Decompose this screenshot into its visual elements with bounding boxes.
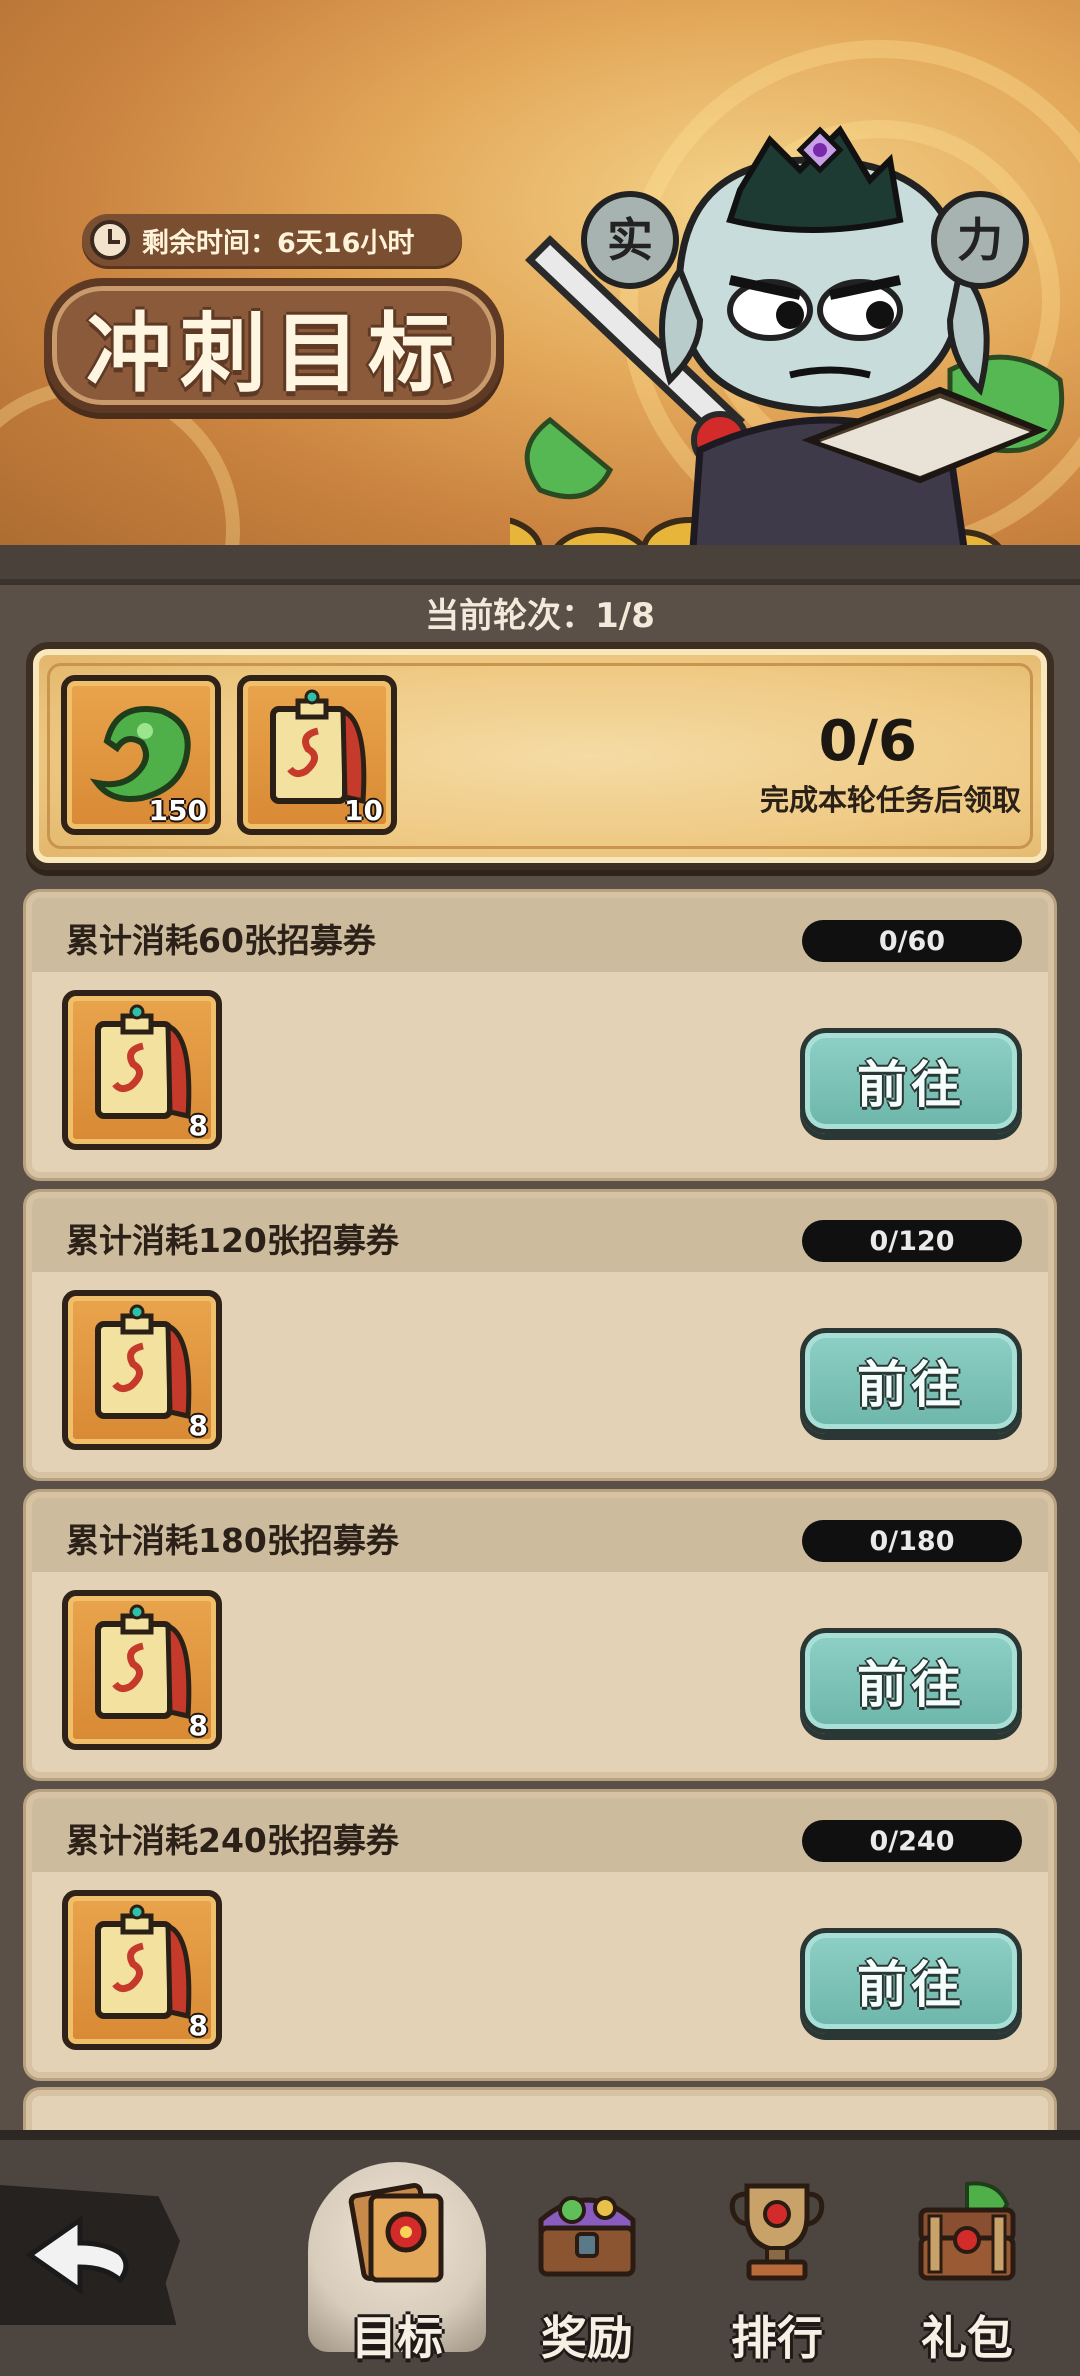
go-button[interactable]: 前往 (800, 1628, 1022, 1734)
time-remaining-text: 剩余时间：6天16小时 (142, 227, 415, 259)
reward-count: 10 (344, 794, 383, 827)
svg-text:实: 实 (607, 213, 653, 267)
banner-bottom-edge (0, 545, 1080, 585)
tab-gift-pack[interactable]: 礼包 (882, 2160, 1052, 2370)
clock-icon (90, 220, 130, 260)
character-illustration: 实 力 (510, 125, 1065, 585)
page-title: 冲刺目标 (86, 304, 462, 404)
task-card: 累计消耗180张招募券 0/180 8 前往 (26, 1492, 1054, 1778)
reward-count: 8 (188, 1409, 208, 1442)
gift-chest-icon (918, 2181, 1016, 2281)
task-title: 累计消耗60张招募券 (66, 921, 376, 960)
reward-item-scroll[interactable]: 10 (237, 675, 397, 835)
task-progress-pill: 0/60 (802, 920, 1022, 962)
task-progress-pill: 0/240 (802, 1820, 1022, 1862)
task-card: 累计消耗120张招募券 0/120 8 前往 (26, 1192, 1054, 1478)
reward-count: 8 (188, 2009, 208, 2042)
task-reward-item[interactable]: 8 (62, 990, 222, 1150)
reward-count: 8 (188, 1709, 208, 1742)
go-button[interactable]: 前往 (800, 1328, 1022, 1434)
tab-label: 目标 (351, 2311, 443, 2365)
time-remaining-pill: 剩余时间：6天16小时 (82, 214, 462, 266)
reward-item-jade[interactable]: 150 (61, 675, 221, 835)
tab-rewards[interactable]: 奖励 (502, 2160, 672, 2370)
tab-ranking[interactable]: 排行 (692, 2160, 862, 2370)
treasure-chest-icon (538, 2196, 636, 2277)
tab-target[interactable]: 目标 (312, 2160, 482, 2370)
event-banner: 实 力 剩余时间：6天16小时 冲刺目标 (0, 0, 1080, 585)
task-title: 累计消耗120张招募券 (66, 1221, 399, 1260)
tab-label: 礼包 (921, 2311, 1013, 2365)
task-card: 累计消耗60张招募券 0/60 8 前往 (26, 892, 1054, 1178)
task-title: 累计消耗240张招募券 (66, 1821, 399, 1860)
go-button[interactable]: 前往 (800, 1928, 1022, 2034)
task-reward-item[interactable]: 8 (62, 1290, 222, 1450)
back-arrow-icon[interactable] (20, 2205, 140, 2305)
round-reward-card: 150 10 0/6 完成本轮任务后领取 (26, 642, 1054, 870)
reward-count: 150 (148, 794, 207, 827)
task-reward-item[interactable]: 8 (62, 1590, 222, 1750)
svg-text:力: 力 (957, 213, 1003, 267)
task-progress-pill: 0/180 (802, 1520, 1022, 1562)
event-title-plate: 冲刺目标 (44, 278, 504, 413)
target-card-icon (348, 2183, 444, 2283)
round-progress: 0/6 (818, 709, 917, 774)
task-title: 累计消耗180张招募券 (66, 1521, 399, 1560)
go-button[interactable]: 前往 (800, 1028, 1022, 1134)
reward-count: 8 (188, 1109, 208, 1142)
current-round-label: 当前轮次：1/8 (425, 596, 655, 636)
tab-label: 奖励 (541, 2311, 633, 2365)
trophy-icon (729, 2183, 825, 2281)
tab-label: 排行 (731, 2311, 823, 2365)
claim-hint-text: 完成本轮任务后领取 (759, 783, 1021, 817)
task-progress-pill: 0/120 (802, 1220, 1022, 1262)
task-card: 累计消耗240张招募券 0/240 8 前往 (26, 1792, 1054, 2078)
task-reward-item[interactable]: 8 (62, 1890, 222, 2050)
